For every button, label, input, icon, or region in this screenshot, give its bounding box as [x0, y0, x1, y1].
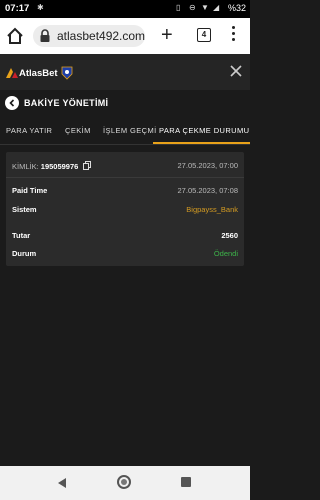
notification-icon: ✱ [37, 3, 44, 12]
address-bar[interactable]: atlasbet492.com [33, 25, 145, 47]
paid-time-value: 27.05.2023, 07:08 [177, 186, 238, 195]
lock-icon [40, 29, 50, 42]
paid-time-label: Paid Time [12, 186, 48, 195]
status-bar: 07:17 ✱ ▯ ⊖ ▼ ◢ %32 [0, 0, 250, 18]
status-time: 07:17 [5, 3, 30, 14]
dnd-icon: ⊖ [189, 3, 196, 12]
atlasbet-logo[interactable]: AtlasBet [6, 65, 73, 81]
tab-transaction-history[interactable]: İŞLEM GEÇMİ [103, 126, 157, 135]
created-time: 27.05.2023, 07:00 [177, 161, 238, 170]
tab-withdrawal-status[interactable]: PARA ÇEKME DURUMU [159, 126, 249, 135]
amount-value: 2560 [221, 231, 238, 240]
back-icon [9, 99, 15, 107]
card-divider [6, 177, 244, 178]
system-label: Sistem [12, 205, 37, 214]
tab-deposit[interactable]: PARA YATIR [6, 126, 52, 135]
active-tab-indicator [153, 142, 250, 144]
tabs-count-icon[interactable]: 4 [197, 28, 211, 42]
vibrate-icon: ▯ [176, 3, 181, 12]
app-header: AtlasBet [0, 54, 250, 91]
new-tab-plus-icon[interactable]: + [161, 25, 173, 45]
system-value: Bigpayss_Bank [186, 205, 238, 214]
status-badge: Ödendi [213, 249, 238, 258]
browser-toolbar: atlasbet492.com + 4 [0, 18, 250, 54]
transaction-card: KİMLİK: 195059976 27.05.2023, 07:00 Paid… [6, 152, 244, 266]
url-text: atlasbet492.com [57, 29, 146, 43]
battery-level: %32 [227, 3, 246, 13]
back-button[interactable] [5, 96, 19, 110]
home-icon[interactable] [6, 27, 24, 45]
menu-icon[interactable] [232, 26, 236, 44]
copy-icon[interactable] [83, 161, 92, 170]
nav-recents-icon[interactable] [181, 477, 191, 487]
sponsor-badge-icon [61, 66, 72, 80]
tab-bar: PARA YATIR ÇEKİM İŞLEM GEÇMİ PARA ÇEKME … [0, 118, 250, 145]
system-nav-bar [0, 466, 250, 500]
status-label: Durum [12, 249, 37, 258]
id-value: 195059976 [40, 162, 79, 171]
logo-mark-icon [6, 68, 18, 78]
page-title-row: BAKİYE YÖNETİMİ [0, 90, 250, 118]
id-label: KİMLİK: [12, 162, 39, 171]
tab-withdraw[interactable]: ÇEKİM [65, 126, 91, 135]
wifi-icon: ▼ [201, 3, 209, 12]
close-icon[interactable] [229, 64, 243, 78]
brand-name: AtlasBet [19, 67, 58, 79]
page-title: BAKİYE YÖNETİMİ [24, 98, 109, 108]
nav-home-icon[interactable] [117, 475, 131, 489]
nav-back-icon[interactable] [56, 477, 68, 489]
amount-label: Tutar [12, 231, 31, 240]
signal-icon: ◢ [213, 3, 220, 12]
